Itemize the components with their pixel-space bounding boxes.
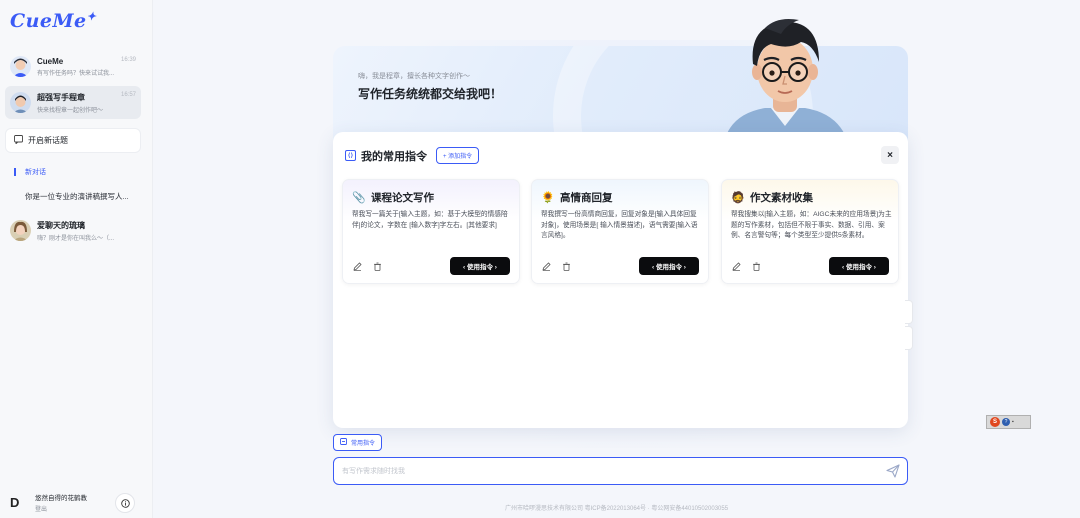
liuli-avatar: [10, 220, 31, 241]
cueme-avatar: [10, 56, 31, 77]
conversation-subitem[interactable]: 你是一位专业的演讲稿撰写人...: [25, 191, 129, 202]
command-description: 帮我撰写一份高情商回复，回复对象是[输入具体回复对象]，使用场景是[ 输入情景描…: [541, 211, 698, 239]
command-description: 帮我搜集以[输入主题，如：AIGC未来的应用场景]为主题的写作素材，包括但不限于…: [731, 211, 892, 239]
common-commands-label: 常用指令: [351, 441, 376, 447]
background-tab-edge: [905, 326, 913, 350]
add-command-button[interactable]: + 添加指令: [436, 147, 480, 164]
writer-character-illustration: [723, 19, 849, 146]
ime-logo-icon[interactable]: S: [990, 417, 1000, 427]
commands-panel: ⟨⟩ 我的常用指令 + 添加指令 × 📎 课程论文写作 帮我写一篇关于[输入主题…: [333, 132, 908, 428]
new-topic-button[interactable]: 开启新话题: [5, 128, 141, 153]
greeting-subtitle: 嗨，我是程章，擅长各种文字创作～: [358, 73, 470, 80]
footer-icp: 广州市哈啰漫思技术有限公司 粤ICP备2022013064号 · 粤公网安备44…: [504, 506, 729, 512]
ime-menu-icon[interactable]: ▪: [1012, 419, 1014, 425]
close-icon[interactable]: ×: [881, 146, 899, 164]
command-title: 作文素材收集: [750, 192, 813, 204]
conversation-subtitle: 嗨？刚才是你在叫我么～（...: [37, 235, 115, 242]
paperclip-icon: 📎: [352, 192, 366, 204]
use-command-button[interactable]: ‹ 使用指令 ›: [450, 257, 510, 275]
conversation-subtitle: 快来找程章一起创作吧～: [37, 107, 104, 114]
sunflower-icon: 🌻: [541, 192, 555, 204]
command-icon: ⟨⟩: [345, 150, 356, 161]
edit-icon[interactable]: [353, 262, 365, 273]
conversation-time: 16:39: [120, 56, 136, 63]
command-description: 帮我写一篇关于[输入主题，如：基于大模型的情感陪伴]的论文，字数在 [输入数字]…: [352, 211, 508, 229]
new-conversation-group[interactable]: 新对话: [14, 167, 46, 177]
common-commands-button[interactable]: 常用指令: [333, 434, 383, 451]
sparkle-icon: ✦: [86, 10, 97, 23]
conversation-time: 16:57: [120, 91, 136, 98]
conversation-subtitle: 有写作任务吗？快来试试我...: [37, 70, 115, 77]
user-name: 悠然自得的花鹤教: [35, 495, 87, 502]
command-title: 高情商回复: [560, 192, 613, 204]
bearded-face-icon: 🧔: [731, 192, 745, 204]
command-card[interactable]: 🌻 高情商回复 帮我撰写一份高情商回复，回复对象是[输入具体回复对象]，使用场景…: [531, 179, 709, 284]
writer-avatar: [10, 92, 31, 113]
edit-icon[interactable]: [542, 262, 554, 273]
conversation-title: 爱聊天的琉璃: [37, 220, 85, 230]
edit-icon[interactable]: [732, 262, 744, 273]
new-topic-label: 开启新话题: [28, 136, 68, 145]
send-icon[interactable]: [886, 464, 900, 478]
panel-title: 我的常用指令: [361, 150, 427, 163]
message-input-box[interactable]: [333, 457, 908, 485]
use-command-button[interactable]: ‹ 使用指令 ›: [639, 257, 699, 275]
sidebar: CueMe✦ CueMe 有写作任务吗？快来试试我... 16:39 超强写手程…: [0, 0, 153, 518]
command-card[interactable]: 📎 课程论文写作 帮我写一篇关于[输入主题，如：基于大模型的情感陪伴]的论文，字…: [342, 179, 520, 284]
background-tab-edge: [905, 300, 913, 324]
command-title: 课程论文写作: [371, 192, 434, 204]
app-logo[interactable]: CueMe✦: [10, 10, 96, 32]
use-command-button[interactable]: ‹ 使用指令 ›: [829, 257, 889, 275]
chat-plus-icon: [14, 135, 23, 146]
delete-icon[interactable]: [373, 262, 385, 273]
ime-toolbar[interactable]: S ? ▪: [986, 415, 1031, 429]
message-input[interactable]: [342, 464, 862, 478]
panel-header: ⟨⟩ 我的常用指令 + 添加指令: [345, 147, 480, 164]
conversation-item-cueme[interactable]: CueMe 有写作任务吗？快来试试我... 16:39: [5, 50, 141, 83]
group-label: 新对话: [25, 169, 46, 176]
command-card[interactable]: 🧔 作文素材收集 帮我搜集以[输入主题，如：AIGC未来的应用场景]为主题的写作…: [721, 179, 899, 284]
conversation-item-liuli[interactable]: 爱聊天的琉璃 嗨？刚才是你在叫我么～（...: [5, 214, 141, 247]
delete-icon[interactable]: [562, 262, 574, 273]
ime-help-icon[interactable]: ?: [1002, 418, 1010, 426]
conversation-item-writer[interactable]: 超强写手程章 快来找程章一起创作吧～ 16:57: [5, 86, 141, 119]
active-indicator: [14, 168, 16, 176]
delete-icon[interactable]: [752, 262, 764, 273]
greeting-title: 写作任务统统都交给我吧！: [358, 87, 503, 101]
app-logo-text: CueMe: [10, 10, 87, 32]
command-icon: [340, 438, 347, 447]
